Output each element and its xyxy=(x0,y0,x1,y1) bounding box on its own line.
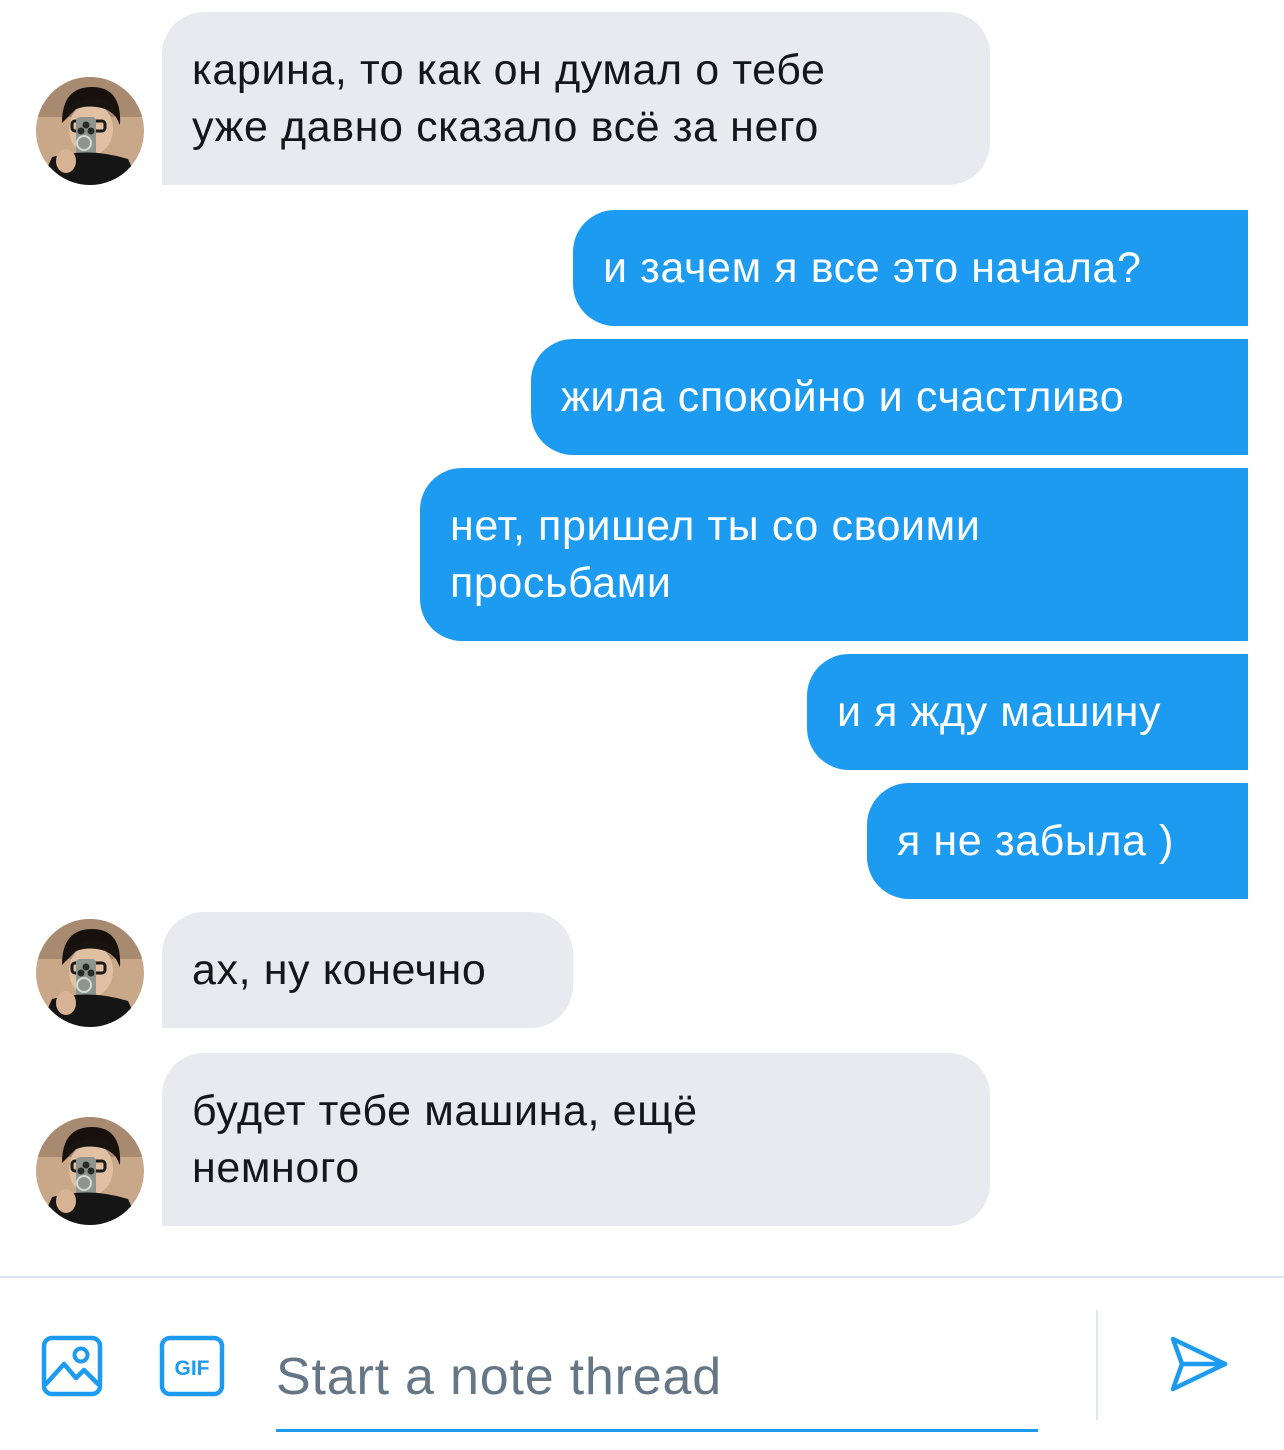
image-icon xyxy=(41,1335,103,1397)
gif-button[interactable]: GIF xyxy=(158,1332,226,1400)
avatar[interactable] xyxy=(36,1117,144,1225)
message-bubble[interactable]: нет, пришел ты со своими просьбами xyxy=(420,468,1248,641)
avatar[interactable] xyxy=(36,919,144,1027)
composer-bar: GIF xyxy=(0,1276,1284,1450)
avatar-photo xyxy=(36,919,144,1027)
message-bubble[interactable]: жила спокойно и счастливо xyxy=(531,339,1248,455)
message-bubble[interactable]: я не забыла ) xyxy=(867,783,1248,899)
message-bubble[interactable]: ах, ну конечно xyxy=(162,912,573,1028)
message-bubble[interactable]: и я жду машину xyxy=(807,654,1248,770)
send-icon xyxy=(1170,1336,1228,1392)
gif-icon: GIF xyxy=(159,1335,225,1397)
avatar-photo xyxy=(36,77,144,185)
gif-label: GIF xyxy=(175,1357,210,1380)
avatar[interactable] xyxy=(36,77,144,185)
message-bubble[interactable]: будет тебе машина, ещё немного xyxy=(162,1053,990,1226)
composer-divider xyxy=(1096,1310,1098,1420)
avatar-photo xyxy=(36,1117,144,1225)
message-bubble[interactable]: карина, то как он думал о тебе уже давно… xyxy=(162,12,990,185)
message-thread: карина, то как он думал о тебе уже давно… xyxy=(0,0,1284,1276)
message-bubble[interactable]: и зачем я все это начала? xyxy=(573,210,1248,326)
note-thread-input[interactable] xyxy=(276,1324,1038,1432)
image-button[interactable] xyxy=(38,1332,106,1400)
send-button[interactable] xyxy=(1164,1330,1232,1398)
